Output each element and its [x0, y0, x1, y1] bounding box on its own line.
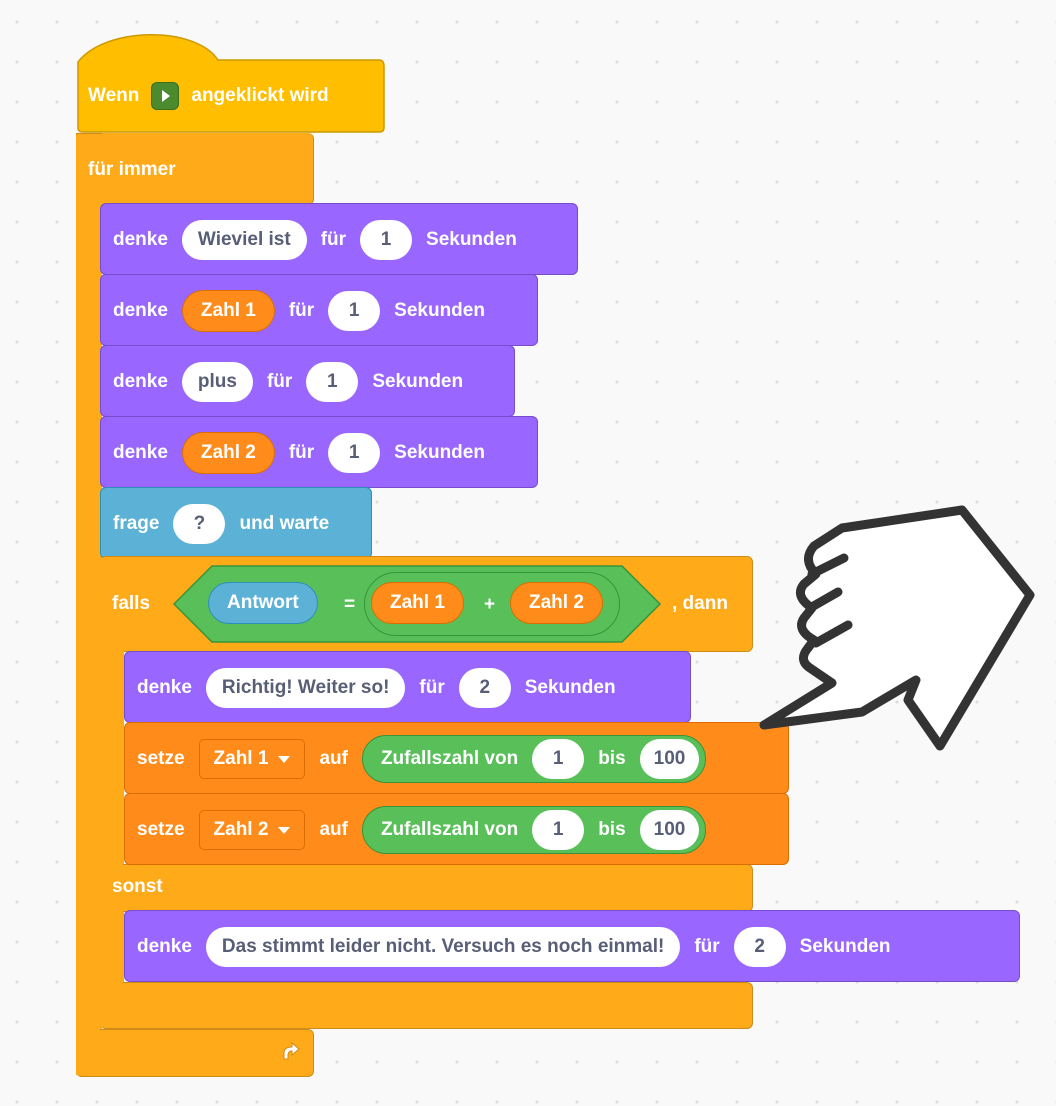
- think-secs-input[interactable]: 2: [733, 927, 786, 967]
- hat-label-suffix: angeklickt wird: [191, 85, 329, 106]
- think-block-1[interactable]: denke Wieviel ist für 1 Sekunden: [100, 203, 578, 275]
- think-secs-input[interactable]: 2: [458, 668, 511, 708]
- think-secs-input[interactable]: 1: [328, 291, 381, 331]
- code-canvas[interactable]: { "hat": {"prefix": "Wenn", "suffix": "a…: [0, 0, 1056, 1106]
- think-unit: Sekunden: [372, 371, 464, 392]
- think-secs-input[interactable]: 1: [360, 220, 413, 260]
- random-label: Zufallszahl von: [380, 748, 519, 769]
- think-message-input[interactable]: Wieviel ist: [181, 220, 307, 260]
- think-unit: Sekunden: [524, 677, 616, 698]
- if-label: falls: [112, 593, 151, 614]
- think-block-5[interactable]: denke Richtig! Weiter so! für 2 Sekunden: [124, 651, 691, 723]
- hat-label-prefix: Wenn: [88, 85, 140, 106]
- think-block-6[interactable]: denke Das stimmt leider nicht. Versuch e…: [124, 910, 1020, 982]
- think-for: für: [419, 677, 445, 698]
- equals-operator: =: [344, 594, 356, 615]
- variable-reporter-zahl1[interactable]: Zahl 1: [371, 582, 464, 624]
- random-to-input[interactable]: 100: [639, 739, 700, 779]
- variable-dropdown-value: Zahl 2: [213, 819, 269, 840]
- think-for: für: [288, 442, 315, 463]
- then-label: , dann: [672, 593, 728, 614]
- variable-reporter-zahl2[interactable]: Zahl 2: [510, 582, 603, 624]
- think-block-4[interactable]: denke Zahl 2 für 1 Sekunden: [100, 416, 538, 488]
- think-unit: Sekunden: [799, 936, 891, 957]
- forever-label: für immer: [88, 159, 176, 180]
- set-verb: setze: [137, 819, 185, 840]
- think-block-2[interactable]: denke Zahl 1 für 1 Sekunden: [100, 274, 538, 346]
- set-variable-block-1[interactable]: setze Zahl 1 auf Zufallszahl von 1 bis 1…: [124, 722, 789, 794]
- random-to-input[interactable]: 100: [639, 810, 700, 850]
- ask-and-wait-block[interactable]: frage ? und warte: [100, 487, 372, 559]
- variable-dropdown[interactable]: Zahl 1: [198, 739, 306, 779]
- variable-reporter-zahl2[interactable]: Zahl 2: [181, 432, 275, 474]
- think-verb: denke: [137, 677, 192, 698]
- think-unit: Sekunden: [426, 229, 517, 250]
- random-bis: bis: [598, 748, 626, 769]
- else-label: sonst: [112, 876, 163, 897]
- chevron-down-icon: [278, 826, 291, 834]
- think-secs-input[interactable]: 1: [306, 362, 359, 402]
- set-to: auf: [319, 819, 348, 840]
- think-secs-input[interactable]: 1: [328, 433, 381, 473]
- think-for: für: [266, 371, 293, 392]
- when-flag-clicked-hat[interactable]: Wenn angeklickt wird: [76, 32, 386, 134]
- set-to: auf: [319, 748, 348, 769]
- ask-verb: frage: [113, 513, 160, 534]
- ask-suffix: und warte: [239, 513, 330, 534]
- ask-question-input[interactable]: ?: [173, 504, 226, 544]
- think-verb: denke: [137, 936, 192, 957]
- think-message-input[interactable]: Das stimmt leider nicht. Versuch es noch…: [205, 927, 681, 967]
- hand-pointer-icon: [759, 505, 1035, 751]
- think-verb: denke: [113, 371, 168, 392]
- random-from-input[interactable]: 1: [532, 810, 585, 850]
- think-message-input[interactable]: Richtig! Weiter so!: [205, 668, 406, 708]
- think-for: für: [320, 229, 347, 250]
- think-message-input[interactable]: plus: [181, 362, 253, 402]
- equals-condition[interactable]: Antwort = Zahl 1 + Zahl 2: [172, 564, 662, 644]
- green-flag-icon: [151, 82, 180, 110]
- plus-operator: +: [484, 594, 496, 615]
- random-from-input[interactable]: 1: [532, 739, 585, 779]
- think-verb: denke: [113, 229, 168, 250]
- chevron-down-icon: [278, 755, 291, 763]
- think-verb: denke: [113, 300, 168, 321]
- variable-reporter-zahl1[interactable]: Zahl 1: [181, 290, 275, 332]
- think-for: für: [288, 300, 315, 321]
- think-unit: Sekunden: [394, 300, 485, 321]
- think-for: für: [694, 936, 720, 957]
- random-reporter[interactable]: Zufallszahl von 1 bis 100: [361, 806, 707, 854]
- loop-arrow-icon: [283, 1041, 300, 1060]
- think-block-3[interactable]: denke plus für 1 Sekunden: [100, 345, 515, 417]
- think-verb: denke: [113, 442, 168, 463]
- set-verb: setze: [137, 748, 185, 769]
- think-unit: Sekunden: [394, 442, 485, 463]
- variable-dropdown[interactable]: Zahl 2: [198, 810, 306, 850]
- random-reporter[interactable]: Zufallszahl von 1 bis 100: [361, 735, 707, 783]
- random-label: Zufallszahl von: [380, 819, 519, 840]
- variable-dropdown-value: Zahl 1: [213, 748, 269, 769]
- random-bis: bis: [598, 819, 626, 840]
- answer-reporter[interactable]: Antwort: [208, 582, 318, 624]
- set-variable-block-2[interactable]: setze Zahl 2 auf Zufallszahl von 1 bis 1…: [124, 793, 789, 865]
